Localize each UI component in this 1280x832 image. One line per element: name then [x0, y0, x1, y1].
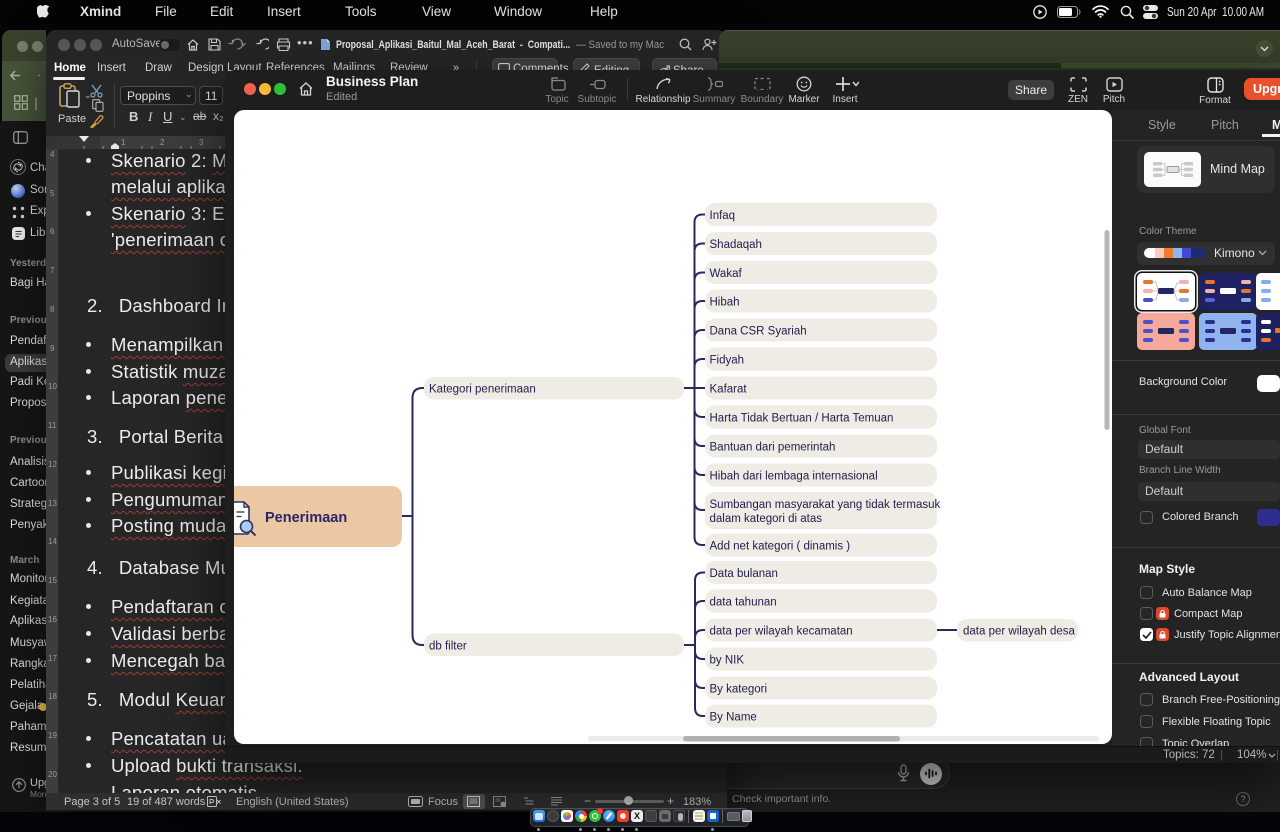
svg-text:Kategori penerimaan: Kategori penerimaan [429, 384, 536, 396]
svg-text:dalam kategori di atas: dalam kategori di atas [710, 513, 823, 525]
svg-text:Infaq: Infaq [710, 210, 736, 222]
svg-text:Add net kategori ( dinamis ): Add net kategori ( dinamis ) [710, 541, 851, 553]
svg-text:data per wilayah kecamatan: data per wilayah kecamatan [710, 626, 853, 638]
svg-text:Dana CSR Syariah: Dana CSR Syariah [710, 326, 807, 338]
svg-text:Wakaf: Wakaf [710, 268, 743, 280]
svg-text:db filter: db filter [429, 641, 467, 653]
svg-text:by NIK: by NIK [710, 655, 745, 667]
svg-text:By Name: By Name [710, 712, 757, 724]
svg-text:Fidyah: Fidyah [710, 355, 745, 367]
svg-text:By kategori: By kategori [710, 684, 768, 696]
svg-text:Kafarat: Kafarat [710, 384, 748, 396]
svg-text:Shadaqah: Shadaqah [710, 239, 762, 251]
svg-text:data tahunan: data tahunan [710, 597, 777, 609]
svg-text:Harta Tidak Bertuan / Harta Te: Harta Tidak Bertuan / Harta Temuan [710, 413, 894, 425]
svg-text:data per wilayah desa: data per wilayah desa [963, 626, 1075, 638]
svg-text:Penerimaan: Penerimaan [265, 510, 347, 526]
svg-text:Hibah dari lembaga internasion: Hibah dari lembaga internasional [710, 471, 878, 483]
svg-text:Bantuan dari pemerintah: Bantuan dari pemerintah [710, 442, 836, 454]
svg-text:Hibah: Hibah [710, 297, 740, 309]
svg-text:Sumbangan masyarakat yang tida: Sumbangan masyarakat yang tidak termasuk [710, 499, 941, 511]
svg-text:Data bulanan: Data bulanan [710, 568, 778, 580]
